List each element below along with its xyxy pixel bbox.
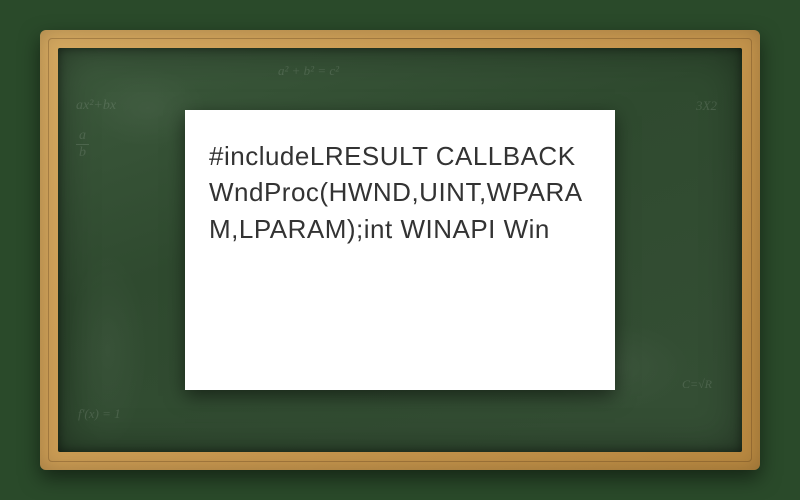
code-snippet: #includeLRESULT CALLBACK WndProc(HWND,UI… (209, 138, 591, 247)
chalk-formula: ax²+bx (76, 98, 116, 114)
chalk-smudge (68, 250, 148, 450)
chalk-formula: a b (76, 128, 89, 161)
chalk-formula: 3X2 (696, 98, 717, 114)
chalk-formula: f'(x) = 1 (78, 406, 121, 422)
wooden-frame: ax²+bx a b a² + b² = c² f'(x) = 1 3X2 C=… (40, 30, 760, 470)
chalkboard: ax²+bx a b a² + b² = c² f'(x) = 1 3X2 C=… (58, 48, 742, 452)
chalk-formula: C=√R (682, 377, 712, 392)
paper-note: #includeLRESULT CALLBACK WndProc(HWND,UI… (185, 110, 615, 390)
chalk-formula: a² + b² = c² (278, 63, 339, 79)
